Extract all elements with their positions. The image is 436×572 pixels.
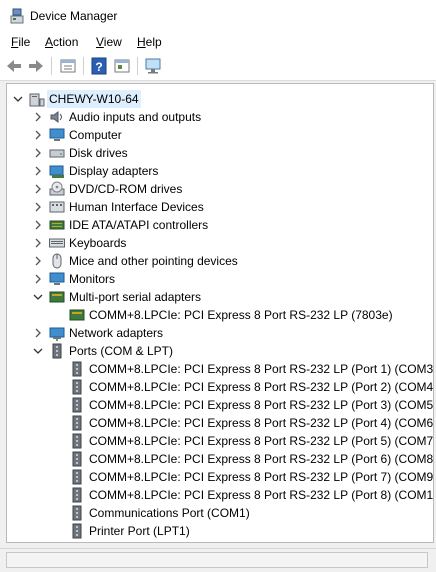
disk-drive-icon xyxy=(49,145,65,161)
back-arrow-icon[interactable] xyxy=(4,56,24,76)
properties-view-icon[interactable] xyxy=(112,56,132,76)
tree-category-label: Multi-port serial adapters xyxy=(69,290,202,304)
port-connector-icon xyxy=(69,487,85,503)
properties-icon[interactable] xyxy=(58,56,78,76)
tree-device-label: COMM+8.LPCIe: PCI Express 8 Port RS-232 … xyxy=(89,452,434,466)
menu-view-accelerator: V xyxy=(96,35,104,49)
expand-chevron-icon[interactable] xyxy=(33,180,43,198)
expand-chevron-icon[interactable] xyxy=(33,252,43,270)
tree-category-label: Network adapters xyxy=(69,326,164,340)
keyboard-icon xyxy=(49,235,65,251)
expand-chevron-icon[interactable] xyxy=(33,198,43,216)
menu-file-label: ile xyxy=(18,35,31,49)
expand-chevron-icon[interactable] xyxy=(33,216,43,234)
tree-category-label: Keyboards xyxy=(69,236,127,250)
menu-help[interactable]: Help xyxy=(137,35,162,49)
tree-device-label: COMM+8.LPCIe: PCI Express 8 Port RS-232 … xyxy=(89,488,434,502)
menu-bar: File Action View Help xyxy=(0,32,436,52)
tree-category-label: Display adapters xyxy=(69,164,159,178)
serial-card-icon xyxy=(69,307,85,323)
tree-category-label: Monitors xyxy=(69,272,116,286)
tree-category-label: Disk drives xyxy=(69,146,128,160)
port-connector-icon xyxy=(69,397,85,413)
status-bar xyxy=(0,548,436,572)
status-pane xyxy=(6,552,428,568)
hid-icon xyxy=(49,199,65,215)
tree-device-label: COMM+8.LPCIe: PCI Express 8 Port RS-232 … xyxy=(89,398,434,412)
port-connector-icon xyxy=(69,433,85,449)
computer-root-icon xyxy=(29,91,45,107)
expand-chevron-icon[interactable] xyxy=(33,234,43,252)
collapse-chevron-icon[interactable] xyxy=(33,288,43,306)
serial-adapter-icon xyxy=(49,289,65,305)
monitor-scan-icon[interactable] xyxy=(143,56,163,76)
menu-action-label: ction xyxy=(53,35,79,49)
tree-category-label: Computer xyxy=(69,128,122,142)
menu-action[interactable]: Action xyxy=(45,35,78,49)
tree-root-label: CHEWY-W10-64 xyxy=(47,90,141,108)
display-adapter-icon xyxy=(49,163,65,179)
tree-device-label: COMM+8.LPCIe: PCI Express 8 Port RS-232 … xyxy=(89,416,434,430)
svg-text:?: ? xyxy=(95,60,102,74)
port-connector-icon xyxy=(69,415,85,431)
tree-device-label: Printer Port (LPT1) xyxy=(89,524,190,538)
network-adapter-icon xyxy=(49,325,65,341)
title-bar: Device Manager xyxy=(0,0,436,32)
tree-category-label: Audio inputs and outputs xyxy=(69,110,202,124)
expand-chevron-icon[interactable] xyxy=(33,144,43,162)
tree-device-label: COMM+8.LPCIe: PCI Express 8 Port RS-232 … xyxy=(89,380,434,394)
toolbar: ? xyxy=(0,52,436,81)
mouse-icon xyxy=(49,253,65,269)
tree-category-label: DVD/CD-ROM drives xyxy=(69,182,183,196)
menu-view-label: iew xyxy=(103,35,122,49)
collapse-chevron-icon[interactable] xyxy=(33,342,43,360)
device-tree[interactable]: CHEWY-W10-64 Audio inputs and outputs Com… xyxy=(6,83,434,543)
port-connector-icon xyxy=(69,523,85,539)
tree-category-label: Human Interface Devices xyxy=(69,200,204,214)
expand-chevron-icon[interactable] xyxy=(33,162,43,180)
ide-controller-icon xyxy=(49,217,65,233)
device-manager-icon xyxy=(9,8,25,27)
port-connector-icon xyxy=(69,451,85,467)
port-connector-icon xyxy=(69,469,85,485)
forward-arrow-icon[interactable] xyxy=(26,56,46,76)
menu-action-accelerator: A xyxy=(45,35,54,49)
port-connector-icon xyxy=(69,361,85,377)
tree-device-label: COMM+8.LPCIe: PCI Express 8 Port RS-232 … xyxy=(89,308,393,322)
expand-chevron-icon[interactable] xyxy=(33,126,43,144)
port-icon xyxy=(49,343,65,359)
tree-category-label: IDE ATA/ATAPI controllers xyxy=(69,218,209,232)
toolbar-separator xyxy=(137,57,138,75)
tree-category-label: Ports (COM & LPT) xyxy=(69,344,174,358)
window-title: Device Manager xyxy=(30,9,118,23)
menu-view[interactable]: View xyxy=(96,35,122,49)
tree-device-label: Communications Port (COM1) xyxy=(89,506,250,520)
expand-chevron-icon[interactable] xyxy=(33,324,43,342)
expand-chevron-icon[interactable] xyxy=(33,108,43,126)
port-connector-icon xyxy=(69,505,85,521)
computer-icon xyxy=(49,127,65,143)
port-connector-icon xyxy=(69,379,85,395)
menu-help-accelerator: H xyxy=(137,35,146,49)
monitor-icon xyxy=(49,271,65,287)
tree-device-label: COMM+8.LPCIe: PCI Express 8 Port RS-232 … xyxy=(89,362,434,376)
speaker-icon xyxy=(49,109,65,125)
tree-category-label: Mice and other pointing devices xyxy=(69,254,238,268)
toolbar-separator xyxy=(51,57,52,75)
tree-device-label: COMM+8.LPCIe: PCI Express 8 Port RS-232 … xyxy=(89,434,434,448)
menu-file[interactable]: File xyxy=(11,35,30,49)
collapse-chevron-icon[interactable] xyxy=(13,90,23,108)
toolbar-separator xyxy=(83,57,84,75)
expand-chevron-icon[interactable] xyxy=(33,270,43,288)
help-icon[interactable]: ? xyxy=(89,56,109,76)
tree-device-label: COMM+8.LPCIe: PCI Express 8 Port RS-232 … xyxy=(89,470,434,484)
menu-help-label: elp xyxy=(145,35,162,49)
dvd-drive-icon xyxy=(49,181,65,197)
